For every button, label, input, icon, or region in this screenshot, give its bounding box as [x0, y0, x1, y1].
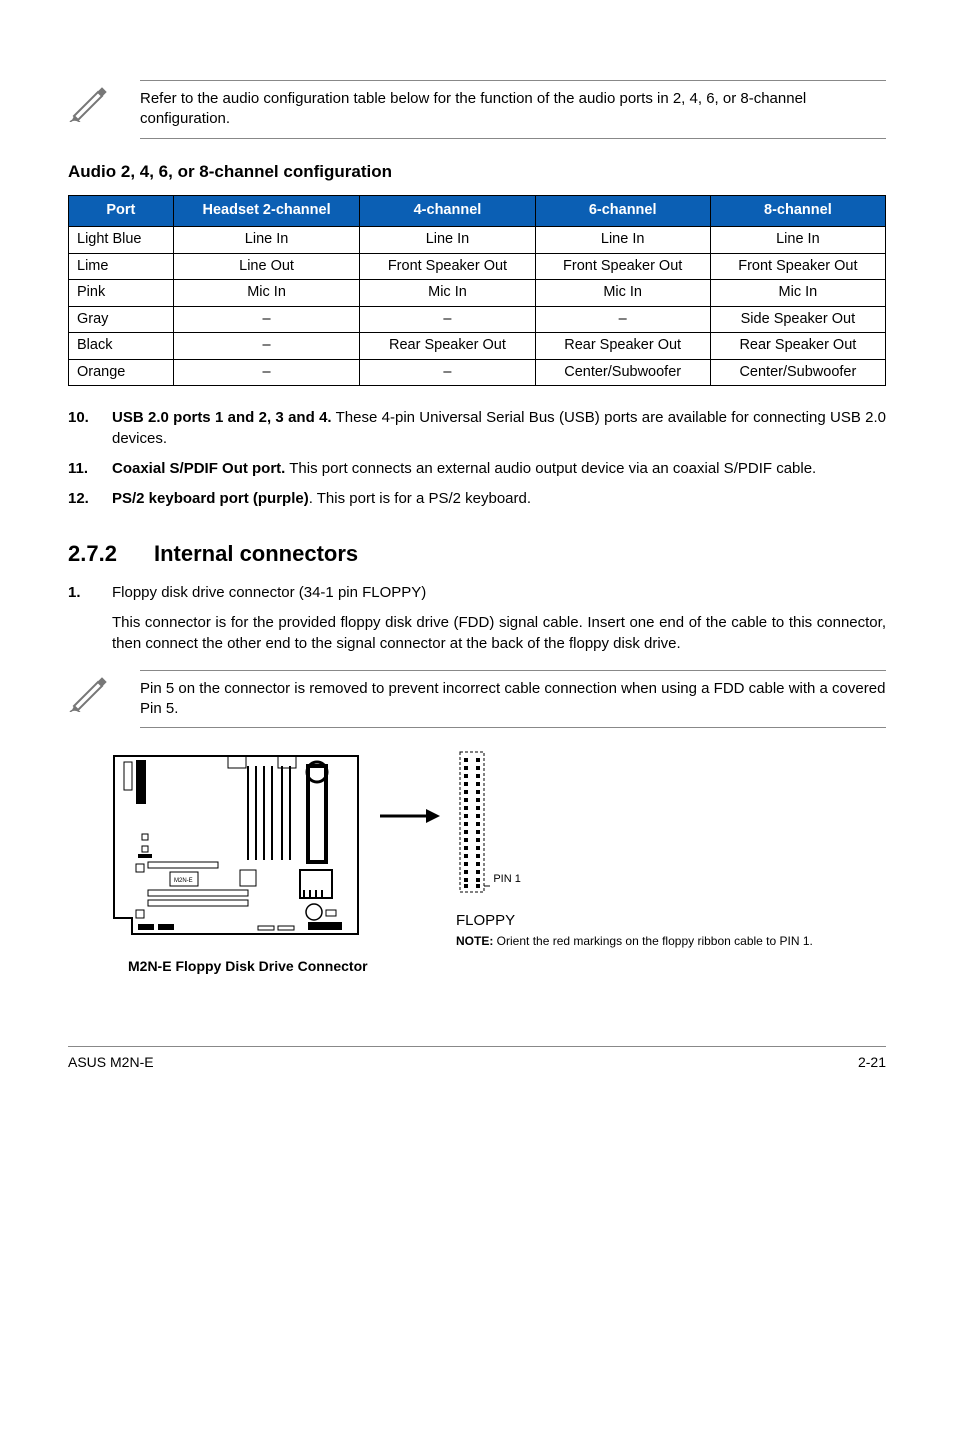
table-row: Light Blue Line In Line In Line In Line … [69, 227, 886, 254]
motherboard-illustration: M2N-E [108, 750, 364, 946]
section-heading: 2.7.2Internal connectors [68, 539, 886, 569]
table-row: Gray – – – Side Speaker Out [69, 306, 886, 333]
table-row: Lime Line Out Front Speaker Out Front Sp… [69, 253, 886, 280]
table-row: Pink Mic In Mic In Mic In Mic In [69, 280, 886, 307]
floppy-orientation-note: NOTE: Orient the red markings on the flo… [456, 933, 813, 949]
note-text: Refer to the audio configuration table b… [140, 80, 886, 139]
th-port: Port [69, 196, 174, 227]
pin1-label: PIN 1 [493, 873, 521, 885]
th-6ch: 6-channel [535, 196, 710, 227]
th-8ch: 8-channel [710, 196, 885, 227]
page-footer: ASUS M2N-E 2-21 [68, 1046, 886, 1072]
audio-config-heading: Audio 2, 4, 6, or 8-channel configuratio… [68, 161, 886, 184]
table-row: Black – Rear Speaker Out Rear Speaker Ou… [69, 333, 886, 360]
note-text: Pin 5 on the connector is removed to pre… [140, 670, 886, 729]
diagram-caption: M2N-E Floppy Disk Drive Connector [128, 957, 886, 976]
footer-right: 2-21 [858, 1053, 886, 1072]
port-description-list: 10. USB 2.0 ports 1 and 2, 3 and 4. Thes… [68, 408, 886, 509]
table-row: Orange – – Center/Subwoofer Center/Subwo… [69, 359, 886, 386]
pencil-icon [68, 82, 112, 128]
section-number: 2.7.2 [68, 539, 154, 569]
footer-left: ASUS M2N-E [68, 1053, 154, 1072]
th-4ch: 4-channel [360, 196, 535, 227]
note-block: Pin 5 on the connector is removed to pre… [68, 670, 886, 729]
connector-item: 1. Floppy disk drive connector (34-1 pin… [68, 583, 886, 603]
chip-label: M2N-E [174, 878, 193, 884]
section-title: Internal connectors [154, 541, 358, 566]
list-item: 12. PS/2 keyboard port (purple). This po… [68, 489, 886, 509]
list-item: 11. Coaxial S/PDIF Out port. This port c… [68, 459, 886, 479]
audio-config-table: Port Headset 2-channel 4-channel 6-chann… [68, 195, 886, 386]
floppy-diagram: M2N-E [108, 750, 886, 949]
connector-detail: PIN 1 FLOPPY NOTE: Orient the red markin… [456, 750, 813, 949]
floppy-connector-icon [456, 750, 490, 900]
connector-description: This connector is for the provided flopp… [112, 613, 886, 654]
note-block: Refer to the audio configuration table b… [68, 80, 886, 139]
floppy-label: FLOPPY [456, 911, 813, 931]
list-item: 10. USB 2.0 ports 1 and 2, 3 and 4. Thes… [68, 408, 886, 449]
arrow-icon [380, 806, 440, 832]
th-2ch: Headset 2-channel [173, 196, 360, 227]
pencil-icon [68, 672, 112, 718]
